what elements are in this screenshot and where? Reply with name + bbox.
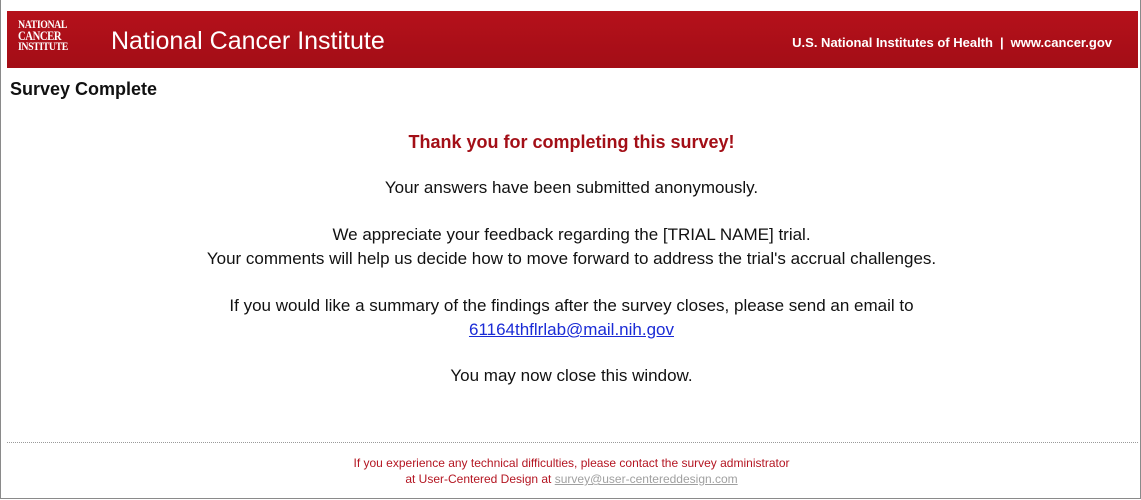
footer-line-2: at User-Centered Design at survey@user-c… xyxy=(1,471,1141,487)
header-links: U.S. National Institutes of Health | www.c… xyxy=(792,35,1112,50)
comments-text: Your comments will help us decide how to… xyxy=(206,249,937,268)
page-title: Survey Complete xyxy=(10,79,158,99)
appreciate-text: We appreciate your feedback regarding th… xyxy=(332,225,811,244)
site-title[interactable]: National Cancer Institute xyxy=(111,26,385,56)
nci-logo[interactable]: NATIONAL CANCER INSTITUTE xyxy=(18,18,100,61)
footer-divider xyxy=(7,442,1138,443)
footer: If you experience any technical difficul… xyxy=(1,455,1141,487)
confirmation-message: Thank you for completing this survey! Yo… xyxy=(1,130,1141,388)
footer-prefix: at User-Centered Design at xyxy=(405,472,552,486)
thanks-heading: Thank you for completing this survey! xyxy=(408,132,735,152)
cancer-gov-link[interactable]: www.cancer.gov xyxy=(1011,35,1112,50)
summary-email-link[interactable]: 61164thflrlab@mail.nih.gov xyxy=(469,320,674,339)
summary-text: If you would like a summary of the findi… xyxy=(229,296,914,315)
logo-line: INSTITUTE xyxy=(18,39,68,53)
footer-line-1: If you experience any technical difficul… xyxy=(353,456,790,470)
admin-email-link[interactable]: survey@user-centereddesign.com xyxy=(555,472,738,486)
page-frame: NATIONAL CANCER INSTITUTE National Cance… xyxy=(0,0,1141,499)
close-window-text: You may now close this window. xyxy=(450,366,693,385)
link-separator: | xyxy=(999,35,1004,50)
header-banner: NATIONAL CANCER INSTITUTE National Cance… xyxy=(7,11,1138,68)
nih-link[interactable]: U.S. National Institutes of Health xyxy=(792,35,993,50)
submitted-text: Your answers have been submitted anonymo… xyxy=(384,178,759,197)
